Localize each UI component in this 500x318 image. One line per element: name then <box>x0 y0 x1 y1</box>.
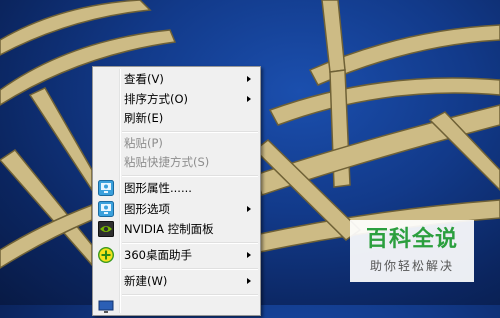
menu-item-view[interactable]: 查看(V) <box>95 69 258 90</box>
menu-separator <box>122 242 258 244</box>
desktop-context-menu: 查看(V) 排序方式(O) 刷新(E) 粘贴(P) 粘贴快捷方式(S) 图形属性… <box>92 66 261 316</box>
menu-item-nvidia-control-panel[interactable]: NVIDIA 控制面板 <box>95 219 258 240</box>
menu-item-label: 粘贴快捷方式(S) <box>124 155 210 169</box>
menu-item-label: 刷新(E) <box>124 111 164 125</box>
watermark-logo: 百科全说 助你轻松解决 <box>350 220 474 282</box>
menu-item-label: 查看(V) <box>124 72 164 86</box>
360-plus-icon <box>98 247 114 263</box>
menu-separator <box>122 294 258 296</box>
menu-item-sort-by[interactable]: 排序方式(O) <box>95 89 258 110</box>
menu-separator <box>122 175 258 177</box>
menu-item-cut-off[interactable] <box>95 297 258 318</box>
intel-graphics-icon <box>98 180 114 196</box>
menu-item-360-desktop-assistant[interactable]: 360桌面助手 <box>95 245 258 266</box>
menu-item-label: 排序方式(O) <box>124 92 189 106</box>
submenu-arrow-icon <box>247 96 251 102</box>
menu-item-paste[interactable]: 粘贴(P) <box>95 133 258 154</box>
watermark-title: 百科全说 <box>365 227 458 252</box>
menu-item-label: 新建(W) <box>124 274 168 288</box>
menu-item-label: NVIDIA 控制面板 <box>124 222 214 236</box>
nvidia-icon <box>98 221 114 237</box>
menu-separator <box>122 268 258 270</box>
menu-item-label: 图形属性...... <box>124 181 192 195</box>
intel-graphics-icon <box>98 201 114 217</box>
menu-item-new[interactable]: 新建(W) <box>95 271 258 292</box>
menu-item-graphics-properties[interactable]: 图形属性...... <box>95 178 258 199</box>
screen-resolution-icon <box>98 300 114 313</box>
submenu-arrow-icon <box>247 252 251 258</box>
menu-item-label: 粘贴(P) <box>124 136 163 150</box>
menu-item-refresh[interactable]: 刷新(E) <box>95 108 258 129</box>
menu-item-label: 图形选项 <box>124 202 170 216</box>
submenu-arrow-icon <box>247 278 251 284</box>
watermark-subtitle: 助你轻松解决 <box>369 259 454 273</box>
menu-item-graphics-options[interactable]: 图形选项 <box>95 199 258 220</box>
submenu-arrow-icon <box>247 206 251 212</box>
submenu-arrow-icon <box>247 76 251 82</box>
menu-item-paste-shortcut[interactable]: 粘贴快捷方式(S) <box>95 152 258 173</box>
menu-item-label: 360桌面助手 <box>124 248 192 262</box>
